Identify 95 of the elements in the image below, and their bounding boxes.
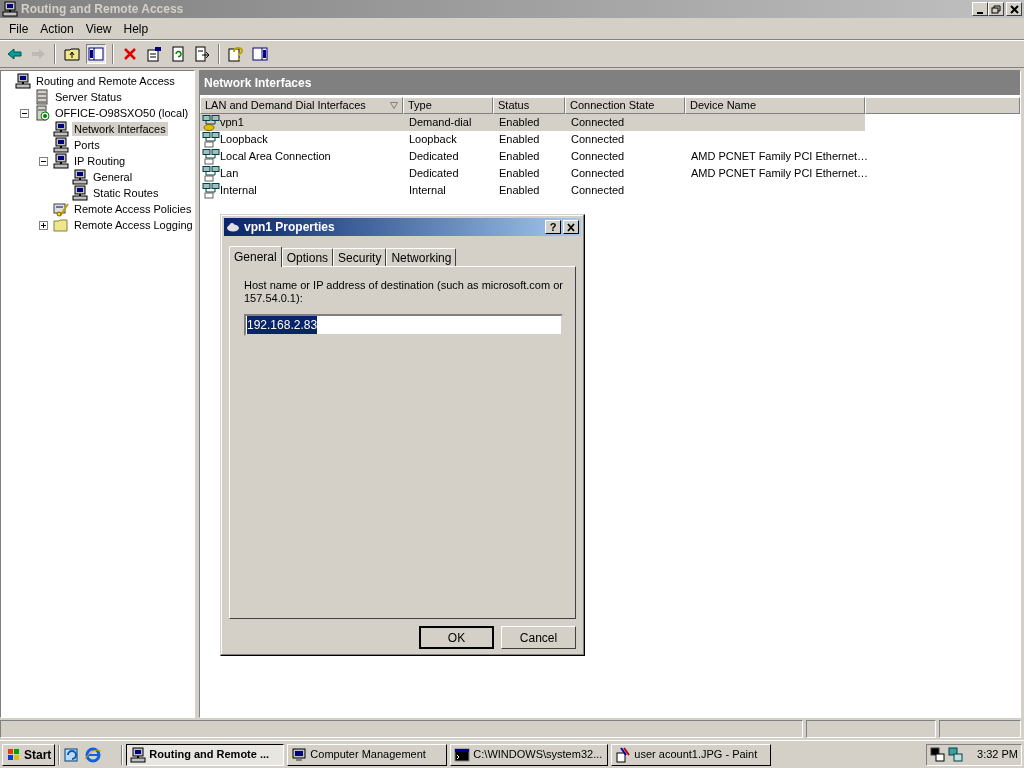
collapse-icon[interactable]	[39, 156, 48, 166]
table-row[interactable]: Loopback Loopback Enabled Connected	[200, 131, 865, 148]
action-pane-icon[interactable]	[252, 46, 268, 62]
paint-icon	[615, 746, 632, 763]
delete-icon[interactable]	[122, 46, 138, 62]
expand-icon[interactable]	[39, 220, 48, 230]
server-icon	[34, 89, 50, 105]
table-cell-text: Dedicated	[409, 149, 459, 165]
tree-item[interactable]: OFFICE-O98SXO50 (local)	[53, 106, 191, 120]
close-icon[interactable]	[1007, 3, 1021, 15]
input-field[interactable]: 192.168.2.83	[244, 314, 563, 336]
table-cell-text: Internal	[220, 183, 257, 199]
column-header[interactable]: Connection State	[565, 97, 685, 114]
menu-item[interactable]: View	[79, 19, 118, 38]
computer-icon	[15, 73, 31, 89]
export-list-icon[interactable]	[194, 46, 210, 62]
tree-item[interactable]: Routing and Remote Access	[34, 74, 177, 88]
console-icon	[454, 746, 471, 763]
field-label: Host name or IP address of destination (such as microsoft.com or 157.54.0.1):	[244, 279, 564, 305]
table-cell-text: Connected	[571, 166, 625, 182]
tree-item[interactable]: IP Routing	[72, 154, 128, 168]
menu-item[interactable]: File	[3, 19, 35, 38]
tab[interactable]: Security	[333, 248, 387, 266]
table-cell-text: Enabled	[499, 132, 540, 148]
taskbar-button[interactable]: C:\WINDOWS\system32...	[450, 743, 609, 766]
server-icon	[34, 105, 50, 121]
collapse-icon[interactable]	[20, 108, 29, 118]
tree-item[interactable]: Remote Access Policies	[72, 202, 194, 216]
restore-icon[interactable]	[989, 3, 1003, 15]
table-cell-text: Dedicated	[409, 166, 459, 182]
pane-title: Network Interfaces	[204, 75, 312, 92]
folder-icon	[53, 217, 69, 233]
computer-icon	[130, 746, 147, 763]
taskbar-button[interactable]: Routing and Remote ...	[126, 743, 285, 766]
network-icon[interactable]	[930, 746, 946, 763]
computer-icon	[72, 185, 88, 201]
table-cell-text: Loopback	[409, 132, 457, 148]
tab[interactable]: Networking	[386, 248, 457, 266]
policy-icon	[53, 201, 69, 217]
menu-item[interactable]: Help	[117, 19, 155, 38]
properties-icon[interactable]	[146, 46, 162, 62]
help-button[interactable]: ?	[545, 220, 561, 234]
taskbar-button[interactable]: Computer Management	[287, 743, 448, 766]
table-cell-text: Loopback	[220, 132, 268, 148]
close-icon[interactable]	[566, 222, 576, 232]
column-header[interactable]: Status	[493, 97, 565, 114]
table-cell-text: Internal	[409, 183, 446, 199]
clock: 3:32 PM	[977, 747, 1018, 763]
table-cell-text: Connected	[571, 149, 625, 165]
menu-item[interactable]: Action	[34, 19, 80, 38]
computer-icon	[72, 169, 88, 185]
tree-item[interactable]: Server Status	[53, 90, 124, 104]
windows-logo-icon	[6, 746, 22, 763]
table-cell-text: Connected	[571, 115, 625, 131]
table-cell-text: Enabled	[499, 115, 540, 131]
computer-icon	[2, 1, 18, 17]
column-header[interactable]: Device Name	[685, 97, 865, 114]
table-row[interactable]: vpn1 Demand-dial Enabled Connected	[200, 114, 865, 131]
help-icon[interactable]	[228, 46, 244, 62]
dialog-button[interactable]: Cancel	[501, 626, 576, 649]
tree-item[interactable]: Network Interfaces	[72, 122, 168, 136]
back-arrow-icon[interactable]	[6, 46, 22, 62]
column-header[interactable]: LAN and Demand Dial Interfaces	[200, 97, 403, 114]
tree-item[interactable]: Ports	[72, 138, 102, 152]
table-cell-text: vpn1	[220, 115, 244, 131]
up-folder-icon[interactable]	[64, 46, 80, 62]
computer-icon	[53, 153, 69, 169]
table-cell-text: Enabled	[499, 166, 540, 182]
sort-icon	[390, 102, 398, 109]
table-cell-text: Connected	[571, 183, 625, 199]
table-cell-text: Enabled	[499, 183, 540, 199]
dialog-button[interactable]: OK	[419, 626, 494, 649]
table-row[interactable]: Internal Internal Enabled Connected	[200, 182, 865, 199]
table-cell-text: Demand-dial	[409, 115, 472, 131]
tree-item[interactable]: Static Routes	[91, 186, 161, 200]
table-cell-text: Connected	[571, 132, 625, 148]
table-cell-text: Enabled	[499, 149, 540, 165]
tab[interactable]: Options	[281, 248, 334, 266]
cloud-icon	[226, 222, 240, 232]
browser-icon[interactable]	[84, 745, 103, 764]
table-cell-text: Local Area Connection	[220, 149, 331, 165]
computer-icon	[53, 137, 69, 153]
start-button[interactable]: Start	[2, 743, 56, 766]
computer-icon	[53, 121, 69, 137]
monitor-icon	[291, 746, 308, 763]
tree-item[interactable]: General	[91, 170, 135, 184]
tab[interactable]: General	[229, 246, 282, 267]
dialog-title: vpn1 Properties	[244, 219, 335, 236]
refresh-icon[interactable]	[170, 46, 186, 62]
table-cell-text: Lan	[220, 166, 239, 182]
tree-pane-icon[interactable]	[88, 46, 104, 62]
taskbar-button[interactable]: user acount1.JPG - Paint	[611, 743, 772, 766]
column-header[interactable]: Type	[403, 97, 493, 114]
window-title: Routing and Remote Access	[21, 1, 184, 18]
tree-item[interactable]: Remote Access Logging	[72, 218, 195, 232]
